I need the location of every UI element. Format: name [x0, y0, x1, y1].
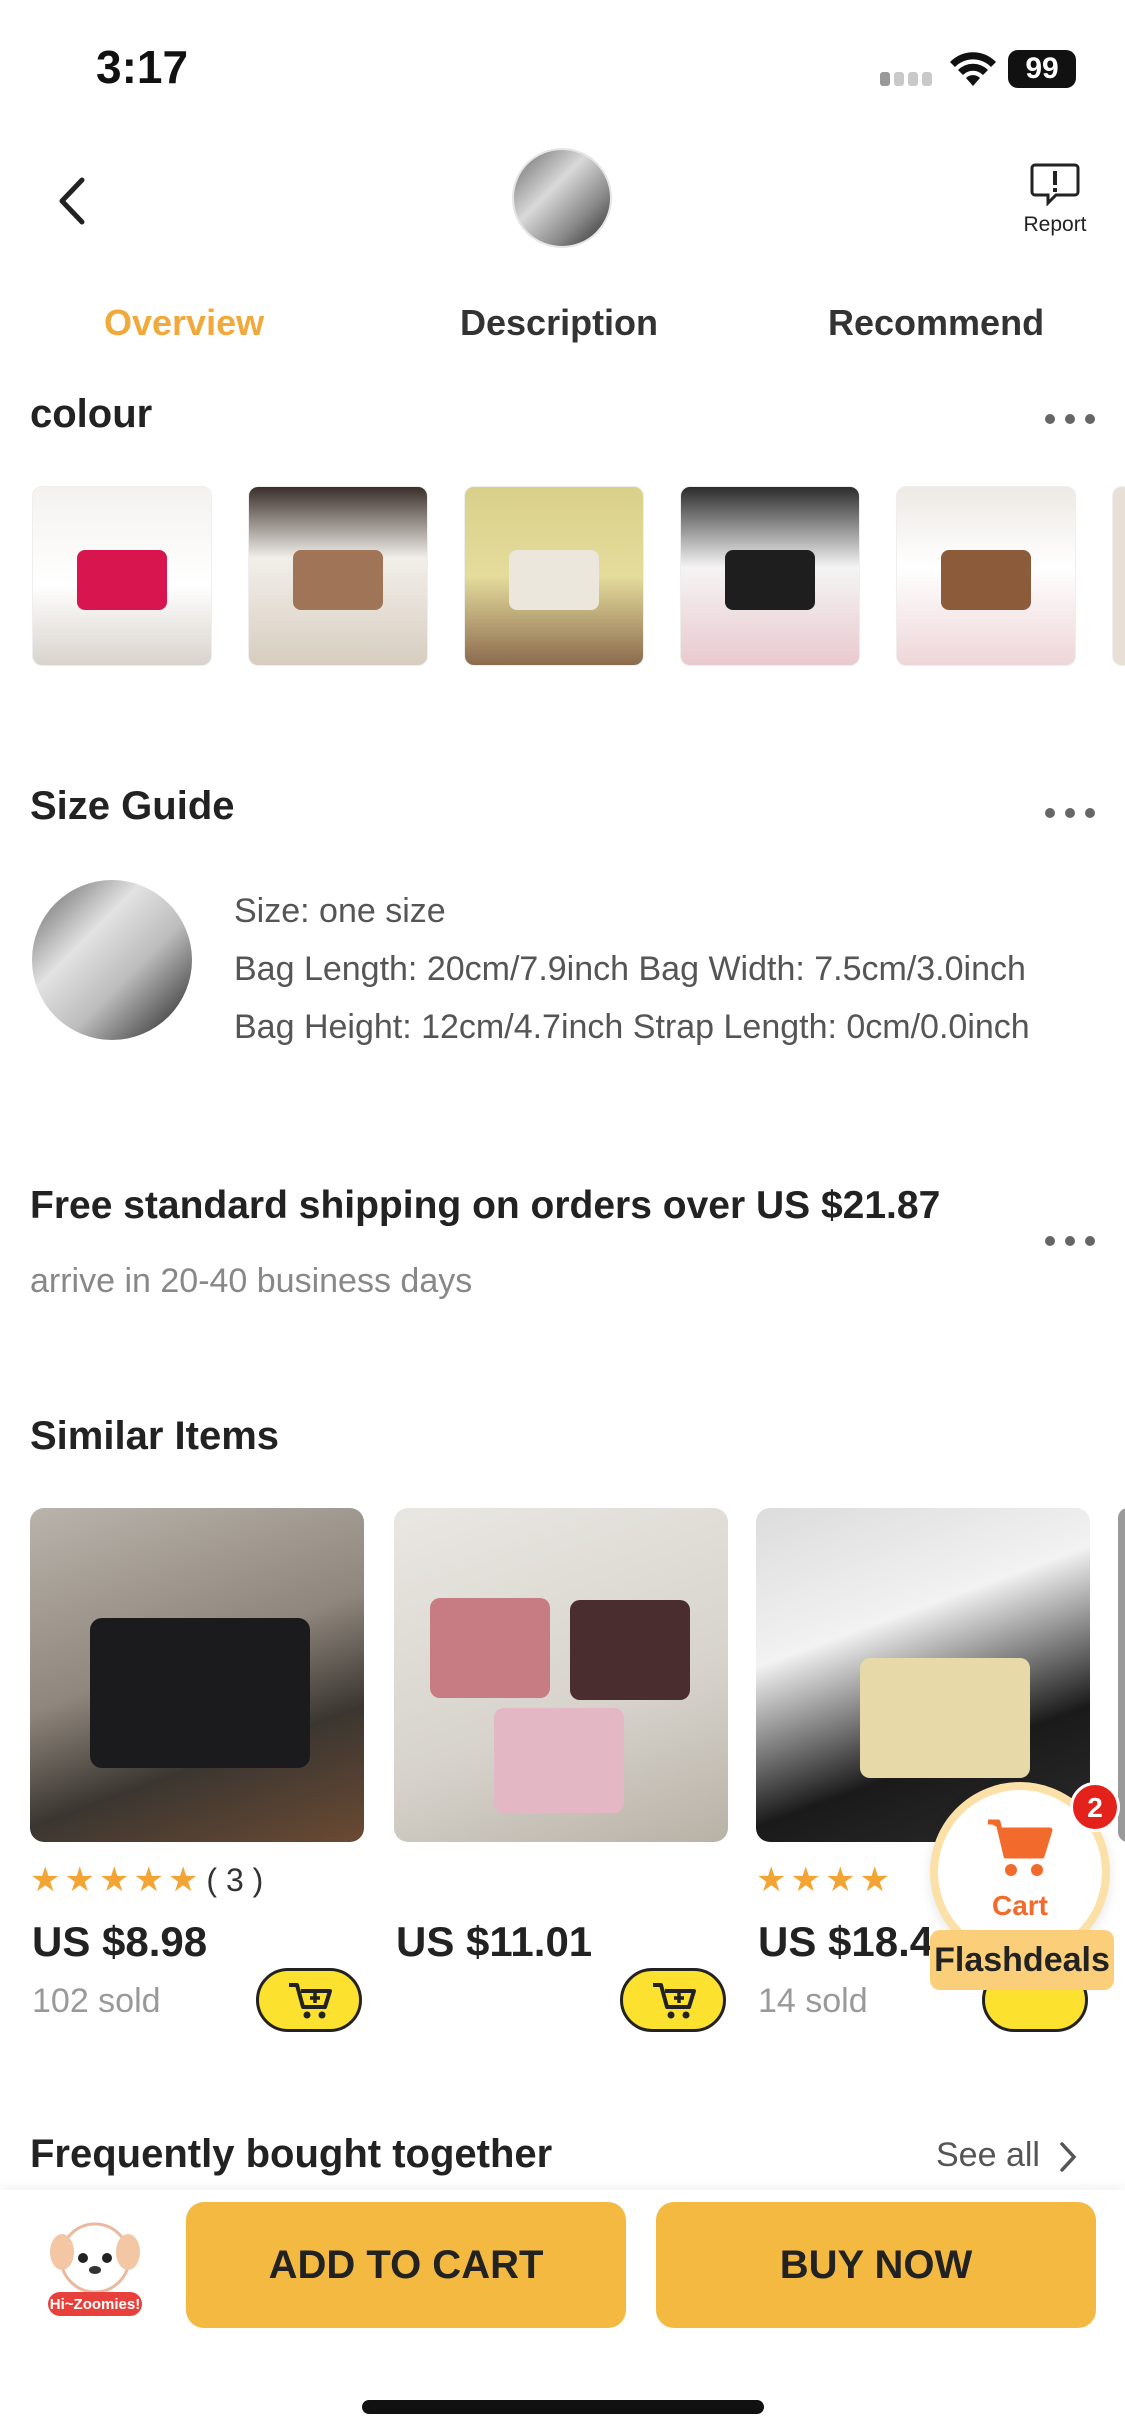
colour-swatch-black[interactable] — [680, 486, 860, 666]
battery-indicator: 99 — [1008, 50, 1076, 88]
colour-swatch-brown[interactable] — [248, 486, 428, 666]
shipping-section[interactable]: Free standard shipping on orders over US… — [0, 1134, 1125, 1342]
top-header: Report — [0, 140, 1125, 260]
colour-swatch-rose-red[interactable] — [32, 486, 212, 666]
report-label: Report — [1023, 213, 1087, 236]
product-bag-shape — [570, 1600, 690, 1700]
home-indicator[interactable] — [362, 2400, 764, 2414]
cart-plus-icon — [289, 1983, 332, 2019]
more-icon[interactable] — [1045, 412, 1097, 426]
size-guide-title: Size Guide — [30, 784, 235, 828]
size-line: Bag Length: 20cm/7.9inch Bag Width: 7.5c… — [234, 950, 1026, 988]
status-time: 3:17 — [96, 41, 189, 93]
add-to-cart-button[interactable]: ADD TO CART — [186, 2202, 626, 2328]
colour-swatch-brown-strap[interactable] — [896, 486, 1076, 666]
product-bag-shape — [90, 1618, 310, 1768]
tab-overview[interactable]: Overview — [104, 302, 264, 344]
back-icon[interactable] — [40, 166, 110, 236]
rating-stars: ★★★★ — [756, 1860, 894, 1900]
floating-cart-label: Cart — [991, 1890, 1048, 1921]
rating-stars: ★★★★★( 3 ) — [30, 1860, 263, 1900]
flashdeals-label[interactable]: Flashdeals — [930, 1930, 1114, 1990]
stars-icon: ★★★★★ — [30, 1861, 203, 1899]
tab-recommend[interactable]: Recommend — [828, 302, 1044, 344]
size-line: Bag Height: 12cm/4.7inch Strap Length: 0… — [234, 1008, 1030, 1046]
review-count: ( 3 ) — [206, 1862, 264, 1898]
report-icon — [1030, 163, 1080, 207]
add-cart-button[interactable] — [620, 1968, 726, 2032]
mascot-label: Hi~Zoomies! — [49, 2296, 141, 2313]
signal-icon — [880, 72, 934, 86]
product-bag-shape — [860, 1658, 1030, 1778]
product-image[interactable] — [1118, 1508, 1125, 1842]
product-image[interactable] — [30, 1508, 364, 1842]
see-all-label: See all — [936, 2136, 1040, 2174]
chevron-right-icon — [1060, 2142, 1077, 2172]
product-price: US $8.98 — [32, 1918, 208, 1965]
product-price: US $11.01 — [396, 1918, 593, 1965]
product-detail-screen: 3:17 99 Report Overview Description Reco… — [0, 0, 1125, 2436]
add-cart-button[interactable] — [256, 1968, 362, 2032]
product-bag-shape — [430, 1598, 550, 1698]
stars-icon: ★★★★ — [756, 1861, 894, 1899]
status-bar: 3:17 99 — [0, 0, 1125, 140]
colour-swatch-partial[interactable] — [1112, 486, 1125, 666]
colour-section: colour — [0, 378, 1125, 712]
more-icon[interactable] — [1045, 806, 1097, 820]
tab-bar: Overview Description Recommend — [0, 260, 1125, 378]
buy-now-button[interactable]: BUY NOW — [656, 2202, 1096, 2328]
product-price: US $18.4 — [758, 1918, 934, 1965]
tab-description[interactable]: Description — [460, 302, 658, 344]
shipping-subtitle: arrive in 20-40 business days — [30, 1262, 473, 1300]
cart-icon — [988, 1819, 1053, 1876]
mascot-assistant[interactable]: Hi~Zoomies! — [40, 2212, 150, 2322]
product-thumbnail[interactable] — [512, 148, 612, 248]
sold-count: 102 sold — [32, 1982, 161, 2020]
see-all-link[interactable]: See all — [936, 2136, 1081, 2175]
frequently-bought-title: Frequently bought together — [30, 2132, 553, 2176]
size-guide-section: Size Guide Size: one size Bag Length: 20… — [0, 742, 1125, 1104]
similar-items-title: Similar Items — [30, 1414, 280, 1458]
colour-title: colour — [30, 392, 153, 436]
wifi-icon — [950, 52, 996, 86]
more-icon[interactable] — [1045, 1234, 1097, 1248]
cart-plus-icon — [653, 1983, 696, 2019]
sold-count: 14 sold — [758, 1982, 868, 2020]
product-image[interactable] — [394, 1508, 728, 1842]
cart-count-badge: 2 — [1070, 1782, 1120, 1832]
shipping-title: Free standard shipping on orders over US… — [30, 1184, 941, 1227]
size-guide-image — [32, 880, 192, 1040]
colour-swatch-white[interactable] — [464, 486, 644, 666]
size-line: Size: one size — [234, 892, 446, 930]
report-button[interactable]: Report — [1010, 162, 1100, 252]
product-bag-shape — [494, 1708, 624, 1813]
